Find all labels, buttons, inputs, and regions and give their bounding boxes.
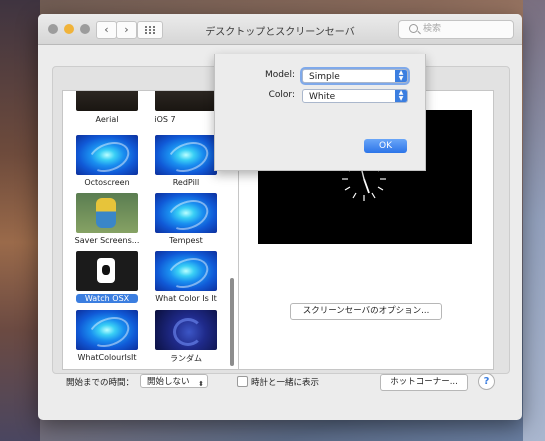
updown-chevron-icon: ⬍ bbox=[198, 380, 204, 388]
search-placeholder: 検索 bbox=[423, 24, 442, 34]
model-label: Model: bbox=[264, 70, 295, 80]
saver-label-whatcolourisit: WhatColourIsIt bbox=[77, 353, 137, 362]
list-scrollbar[interactable] bbox=[230, 278, 234, 366]
color-label: Color: bbox=[268, 90, 295, 100]
redpill-thumbnail[interactable] bbox=[155, 135, 217, 175]
whatcolourisit-thumbnail[interactable] bbox=[76, 310, 138, 350]
model-select[interactable]: Simple ▲ ▼ bbox=[302, 69, 408, 83]
screen-saver-list[interactable]: Aerial iOS 7 Octoscreen RedPill Saver Sc… bbox=[62, 90, 239, 370]
desktop-background-right bbox=[523, 0, 545, 441]
random-thumbnail[interactable] bbox=[155, 310, 217, 350]
start-after-label: 開始までの時間： bbox=[66, 378, 135, 388]
search-icon bbox=[409, 24, 418, 33]
saver-label-redpill: RedPill bbox=[172, 178, 200, 187]
help-button[interactable]: ? bbox=[478, 373, 495, 390]
options-sheet: Model: Simple ▲ ▼ Color: White ▲ ▼ OK bbox=[214, 54, 426, 171]
search-input[interactable]: 検索 bbox=[398, 20, 514, 39]
ok-button[interactable]: OK bbox=[364, 139, 407, 153]
desktop-background-left bbox=[0, 0, 40, 441]
color-value: White bbox=[309, 92, 336, 102]
system-preferences-window: ‹ › デスクトップとスクリーンセーバ 検索 Aerial iOS 7 Octo… bbox=[38, 14, 522, 420]
ios7-thumbnail[interactable] bbox=[155, 91, 217, 111]
start-after-value: 開始しない bbox=[147, 377, 190, 387]
saver-label-watch-osx: Watch OSX bbox=[76, 294, 138, 303]
tempest-thumbnail[interactable] bbox=[155, 193, 217, 233]
model-value: Simple bbox=[309, 72, 340, 82]
screen-saver-options-button[interactable]: スクリーンセーバのオプション... bbox=[290, 303, 442, 320]
show-with-clock-checkbox[interactable] bbox=[237, 376, 248, 387]
saver-label-aerial: Aerial bbox=[95, 115, 119, 124]
updown-stepper-icon: ▲ ▼ bbox=[395, 90, 407, 102]
octoscreen-thumbnail[interactable] bbox=[76, 135, 138, 175]
what-color-is-it-thumbnail[interactable] bbox=[155, 251, 217, 291]
hot-corners-button[interactable]: ホットコーナー... bbox=[380, 374, 468, 391]
saver-screens-thumbnail[interactable] bbox=[76, 193, 138, 233]
watch-osx-thumbnail[interactable] bbox=[76, 251, 138, 291]
saver-label-ios7: iOS 7 bbox=[154, 115, 176, 124]
saver-label-random: ランダム bbox=[170, 354, 202, 363]
saver-label-saver-screens: Saver Screens... bbox=[74, 236, 140, 245]
saver-label-tempest: Tempest bbox=[169, 236, 203, 245]
color-select[interactable]: White ▲ ▼ bbox=[302, 89, 408, 103]
title-bar: ‹ › デスクトップとスクリーンセーバ 検索 bbox=[38, 14, 522, 45]
start-after-select[interactable]: 開始しない ⬍ bbox=[140, 374, 208, 388]
updown-stepper-icon: ▲ ▼ bbox=[395, 70, 407, 82]
saver-label-what-color-is-it: What Color Is It bbox=[155, 294, 217, 303]
show-with-clock-label: 時計と一緒に表示 bbox=[251, 378, 320, 388]
aerial-thumbnail[interactable] bbox=[76, 91, 138, 111]
saver-label-octoscreen: Octoscreen bbox=[84, 178, 130, 187]
